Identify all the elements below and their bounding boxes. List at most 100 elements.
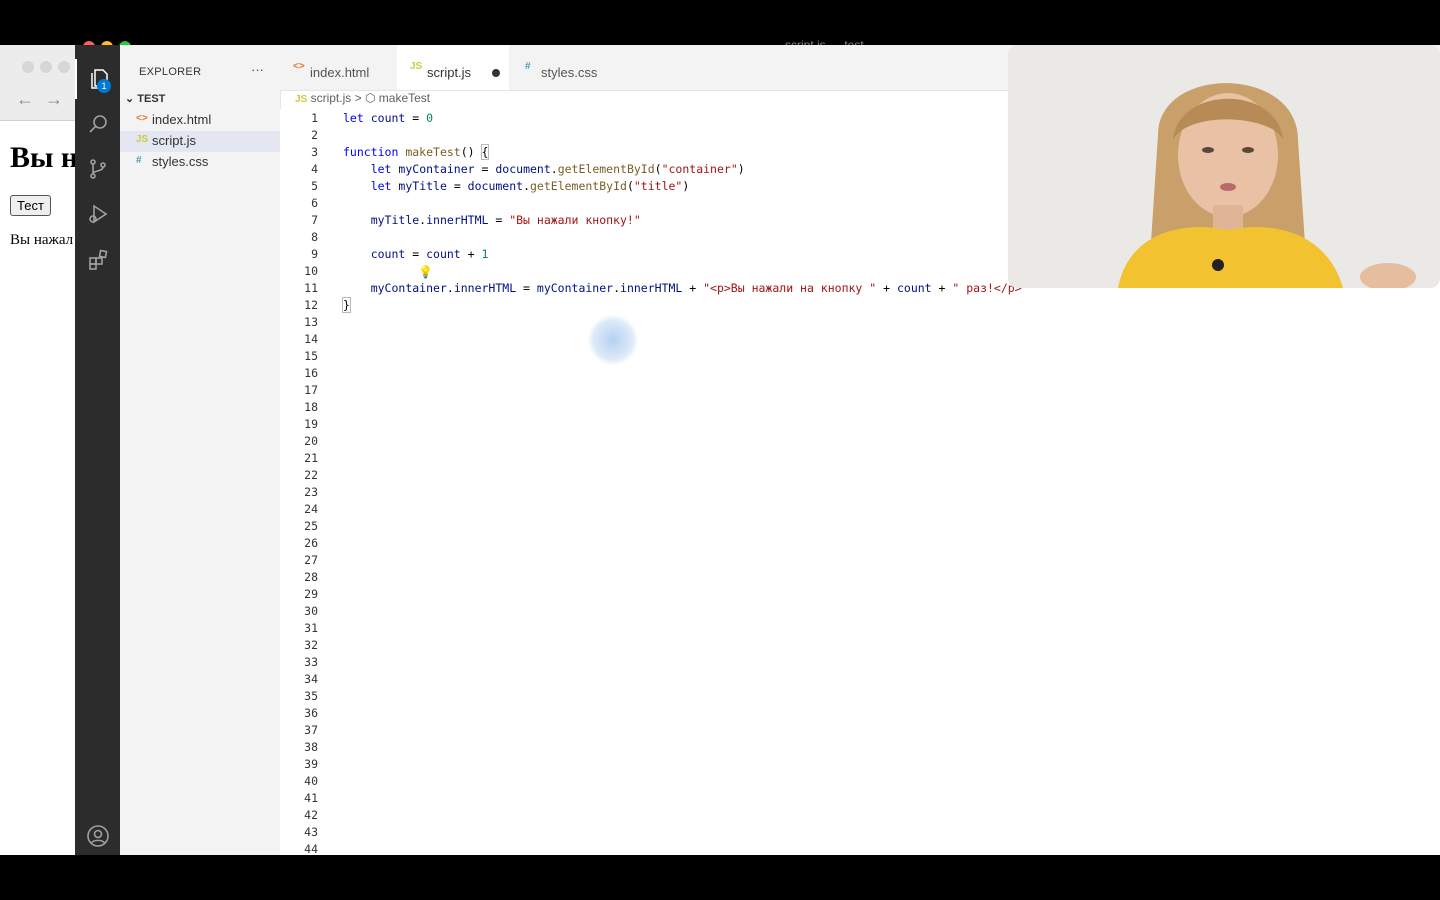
code-line[interactable]: let myContainer = document.getElementByI… <box>343 162 745 176</box>
line-number: 33 <box>304 655 318 669</box>
js-file-icon: JS <box>295 94 308 105</box>
code-text: count <box>370 111 406 125</box>
line-number: 4 <box>311 162 318 176</box>
cube-symbol-icon: ⬡ <box>364 91 376 105</box>
line-number: 29 <box>304 587 318 601</box>
minimize-window-dot[interactable] <box>40 61 52 73</box>
breadcrumb-symbol[interactable]: makeTest <box>379 91 430 105</box>
css-file-icon: # <box>136 155 142 166</box>
maximize-window-dot[interactable] <box>58 61 70 73</box>
more-actions-icon[interactable]: ··· <box>251 62 264 77</box>
file-item-script-js[interactable]: JS script.js <box>120 131 280 152</box>
result-paragraph: Вы нажал <box>10 232 74 248</box>
line-number: 22 <box>304 468 318 482</box>
breadcrumb: JS script.js > ⬡ makeTest <box>295 91 430 109</box>
tab-script-js[interactable]: JS script.js <box>397 45 509 90</box>
forward-arrow-icon[interactable]: → <box>45 89 63 110</box>
tab-label: index.html <box>310 65 370 80</box>
line-number: 23 <box>304 485 318 499</box>
line-number: 26 <box>304 536 318 550</box>
code-line[interactable]: myContainer.innerHTML = myContainer.inne… <box>343 281 1029 295</box>
back-arrow-icon[interactable]: ← <box>16 89 34 110</box>
line-number: 31 <box>304 621 318 635</box>
explorer-files-icon[interactable] <box>75 59 122 99</box>
code-line[interactable]: let count = 0 <box>343 111 433 125</box>
line-number: 25 <box>304 519 318 533</box>
line-number: 16 <box>304 366 318 380</box>
file-name: styles.css <box>152 154 209 169</box>
line-number: 24 <box>304 502 318 516</box>
line-number: 28 <box>304 570 318 584</box>
line-number: 13 <box>304 315 318 329</box>
page-heading: Вы н <box>10 141 79 174</box>
run-debug-icon[interactable] <box>75 194 120 234</box>
js-file-icon: JS <box>136 134 149 145</box>
file-name: index.html <box>152 112 212 127</box>
line-number: 14 <box>304 332 318 346</box>
line-number: 10 <box>304 264 318 278</box>
explorer-title: EXPLORER <box>139 66 202 78</box>
file-item-styles-css[interactable]: # styles.css <box>120 152 280 173</box>
line-number: 15 <box>304 349 318 363</box>
line-number: 18 <box>304 400 318 414</box>
line-number: 34 <box>304 672 318 686</box>
line-number: 37 <box>304 723 318 737</box>
code-line[interactable]: let myTitle = document.getElementById("t… <box>343 179 690 193</box>
close-window-dot[interactable] <box>22 61 34 73</box>
tab-styles-css[interactable]: # styles.css <box>511 45 626 90</box>
explorer-badge: 1 <box>97 79 111 93</box>
unsaved-dot-icon[interactable] <box>492 69 500 77</box>
line-number: 27 <box>304 553 318 567</box>
account-icon[interactable] <box>75 816 120 856</box>
line-number: 2 <box>311 128 318 142</box>
line-number: 35 <box>304 689 318 703</box>
code-line[interactable]: function makeTest() { <box>343 144 490 160</box>
code-line[interactable]: } <box>342 297 351 313</box>
line-number: 5 <box>311 179 318 193</box>
line-number: 43 <box>304 825 318 839</box>
source-control-icon[interactable] <box>75 149 120 189</box>
line-number: 19 <box>304 417 318 431</box>
presenter-video-icon <box>1008 45 1440 288</box>
chevron-down-icon: ⌄ <box>125 93 135 105</box>
folder-label: TEST <box>137 93 166 105</box>
line-number: 32 <box>304 638 318 652</box>
breadcrumb-file[interactable]: script.js <box>311 91 352 105</box>
line-number: 44 <box>304 842 318 856</box>
code-line[interactable]: count = count + 1 <box>343 247 489 261</box>
html-file-icon: <> <box>293 61 305 72</box>
line-number: 20 <box>304 434 318 448</box>
line-number: 38 <box>304 740 318 754</box>
folder-test[interactable]: ⌄ TEST <box>125 92 165 105</box>
tab-label: script.js <box>427 65 472 80</box>
code-line[interactable]: myTitle.innerHTML = "Вы нажали кнопку!" <box>343 213 641 227</box>
lightbulb-icon[interactable]: 💡 <box>418 265 433 279</box>
file-name: script.js <box>152 133 197 148</box>
cursor-highlight <box>588 315 638 365</box>
tab-label: styles.css <box>541 65 598 80</box>
line-number: 21 <box>304 451 318 465</box>
css-file-icon: # <box>525 61 531 72</box>
file-item-index-html[interactable]: <> index.html <box>120 110 280 131</box>
line-number: 41 <box>304 791 318 805</box>
search-icon[interactable] <box>75 104 120 144</box>
line-number: 8 <box>311 230 318 244</box>
line-number: 17 <box>304 383 318 397</box>
tab-index-html[interactable]: <> index.html <box>280 45 395 90</box>
line-number: 30 <box>304 604 318 618</box>
line-number: 1 <box>311 111 318 125</box>
extensions-icon[interactable] <box>75 240 120 280</box>
line-number: 40 <box>304 774 318 788</box>
line-number: 39 <box>304 757 318 771</box>
line-number: 11 <box>304 281 318 295</box>
line-number: 36 <box>304 706 318 720</box>
line-number: 7 <box>311 213 318 227</box>
explorer-sidebar: EXPLORER ··· ⌄ TEST <> index.html JS scr… <box>120 45 281 855</box>
activity-bar: 1 <box>75 45 120 855</box>
webcam-overlay <box>1008 45 1440 288</box>
line-number: 3 <box>311 145 318 159</box>
line-number: 42 <box>304 808 318 822</box>
line-number: 9 <box>311 247 318 261</box>
html-file-icon: <> <box>136 113 148 124</box>
test-button[interactable]: Тест <box>10 195 51 216</box>
